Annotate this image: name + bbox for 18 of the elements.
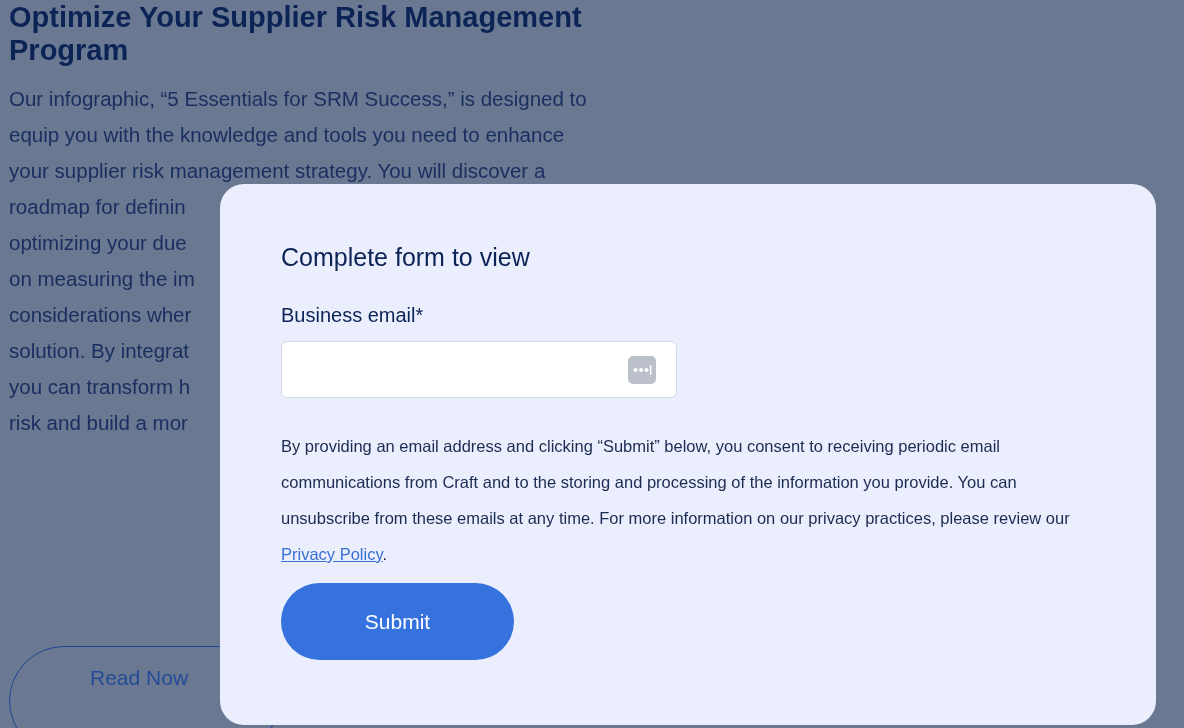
password-manager-icon[interactable] [628,356,656,384]
modal-title: Complete form to view [281,242,531,272]
submit-button[interactable]: Submit [281,583,514,660]
email-input-field[interactable] [281,341,677,398]
intro-text-line: Our infographic, “5 Essentials for SRM Success,” is designed to [9,86,587,112]
intro-text-line: roadmap for definin [9,194,186,220]
intro-text-line: your supplier risk management strategy. You will discover a [9,158,546,184]
field-label: Business email* [281,303,425,328]
consent-text: By providing an email address and clicking “Submit” below, you consent to receiving periodic email communications from Craft and to the storing and processing of the information you provide. You can unsubscribe from these emails at any time. For more information on our privacy practices, please review our Privacy Policy. [281,436,1071,565]
privacy-policy-link[interactable]: Privacy Policy [281,545,383,563]
intro-text-line: you can transform h [9,374,191,400]
intro-text-line: optimizing your due [9,230,187,256]
intro-text-line: equip you with the knowledge and tools you need to enhance [9,122,565,148]
intro-text-line: risk and build a mor [9,410,188,436]
intro-text-line: on measuring the im [9,266,195,292]
page-heading: Optimize Your Supplier Risk Management Program [9,0,583,67]
intro-text-line: solution. By integrat [9,338,190,364]
intro-text-line: considerations wher [9,302,192,328]
